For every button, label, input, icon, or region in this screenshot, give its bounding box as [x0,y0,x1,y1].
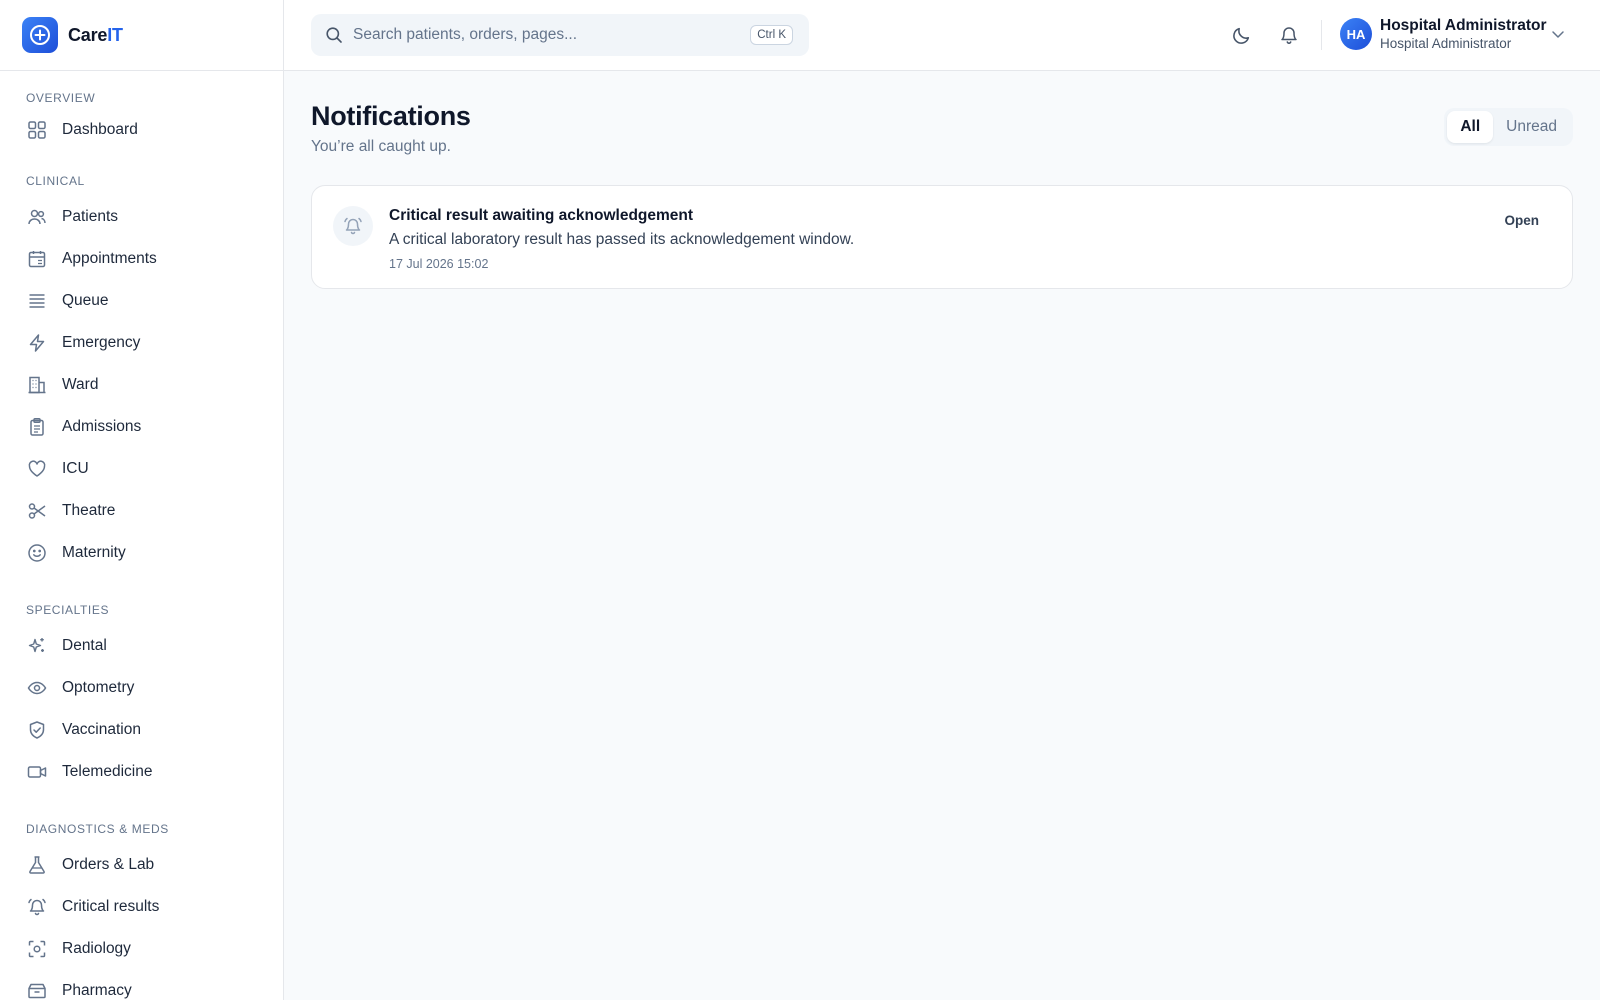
sidebar-item-label: Dental [62,637,107,654]
sidebar-item-theatre[interactable]: Theatre [0,490,283,532]
sidebar: CareIT Overview Dashboard Clinical Patie… [0,0,284,1000]
sidebar-item-patients[interactable]: Patients [0,196,283,238]
user-menu[interactable]: HA Hospital Administrator Hospital Admin… [1340,16,1547,52]
sidebar-nav: Overview Dashboard Clinical Patients App… [0,71,283,1000]
section-label-diagnostics: Diagnostics & Meds [26,822,169,836]
sidebar-item-label: Critical results [62,898,160,915]
notifications-button[interactable] [1276,22,1302,48]
flask-icon [26,854,48,876]
notification-filter: All Unread [1444,108,1573,146]
bell-ring-icon [26,896,48,918]
sidebar-item-admissions[interactable]: Admissions [0,406,283,448]
sidebar-item-dashboard[interactable]: Dashboard [0,109,283,151]
clipboard-icon [26,416,48,438]
sidebar-item-label: Orders & Lab [62,856,155,873]
topbar-divider [1321,20,1322,50]
sparkles-icon [26,635,48,657]
sidebar-item-label: Pharmacy [62,982,132,999]
smile-icon [26,542,48,564]
eye-icon [26,677,48,699]
bell-icon [1279,25,1299,45]
page-title: Notifications [311,101,471,131]
search-bar[interactable]: Ctrl K [311,14,809,56]
user-name: Hospital Administrator [1380,17,1547,34]
scan-icon [26,938,48,960]
sidebar-item-icu[interactable]: ICU [0,448,283,490]
notification-open-button[interactable]: Open [1504,213,1539,228]
users-icon [26,206,48,228]
bell-ring-icon [333,206,373,246]
user-info: Hospital Administrator Hospital Administ… [1380,16,1547,52]
section-label-clinical: Clinical [26,174,85,188]
sidebar-item-pharmacy[interactable]: Pharmacy [0,970,283,1000]
avatar: HA [1340,18,1372,50]
sidebar-item-appointments[interactable]: Appointments [0,238,283,280]
main-content: Notifications You’re all caught up. All … [284,71,1600,1000]
user-role: Hospital Administrator [1380,36,1512,51]
pharmacy-icon [26,980,48,1000]
topbar: Ctrl K HA Hospital Administrator Hospita… [284,0,1600,71]
sidebar-item-maternity[interactable]: Maternity [0,532,283,574]
filter-all-button[interactable]: All [1447,111,1494,143]
sidebar-item-queue[interactable]: Queue [0,280,283,322]
calendar-icon [26,248,48,270]
notification-timestamp: 17 Jul 2026 15:02 [389,257,489,271]
sidebar-item-label: ICU [62,460,89,477]
sidebar-item-telemedicine[interactable]: Telemedicine [0,751,283,793]
sidebar-item-label: Ward [62,376,99,393]
filter-unread-button[interactable]: Unread [1493,111,1570,143]
chevron-down-icon[interactable] [1550,26,1566,47]
sidebar-item-emergency[interactable]: Emergency [0,322,283,364]
heart-icon [26,458,48,480]
queue-icon [26,290,48,312]
sidebar-item-label: Queue [62,292,109,309]
sidebar-item-label: Dashboard [62,121,138,138]
sidebar-item-label: Appointments [62,250,157,267]
sidebar-item-label: Patients [62,208,119,225]
sidebar-item-label: Radiology [62,940,131,957]
sidebar-item-critical-results[interactable]: Critical results [0,886,283,928]
sidebar-item-label: Maternity [62,544,126,561]
sidebar-item-label: Telemedicine [62,763,153,780]
brand[interactable]: CareIT [0,0,283,71]
section-label-specialties: Specialties [26,603,110,617]
section-label-overview: Overview [26,91,96,105]
search-shortcut-badge: Ctrl K [750,25,793,45]
dashboard-icon [26,119,48,141]
notification-card[interactable]: Critical result awaiting acknowledgement… [311,185,1573,289]
notification-message: A critical laboratory result has passed … [389,231,855,248]
sidebar-item-ward[interactable]: Ward [0,364,283,406]
search-input[interactable] [353,26,733,44]
sidebar-item-label: Theatre [62,502,116,519]
sidebar-item-label: Emergency [62,334,141,351]
page-subtitle: You’re all caught up. [311,138,451,155]
sidebar-item-optometry[interactable]: Optometry [0,667,283,709]
sidebar-item-dental[interactable]: Dental [0,625,283,667]
sidebar-item-vaccination[interactable]: Vaccination [0,709,283,751]
search-icon [325,26,343,44]
building-icon [26,374,48,396]
sidebar-item-label: Optometry [62,679,135,696]
moon-icon [1231,25,1252,46]
theme-toggle-button[interactable] [1228,22,1254,48]
sidebar-item-label: Vaccination [62,721,141,738]
notification-title: Critical result awaiting acknowledgement [389,207,694,224]
scissors-icon [26,500,48,522]
shield-check-icon [26,719,48,741]
sidebar-item-label: Admissions [62,418,142,435]
brand-name: CareIT [68,24,123,45]
brand-logo-icon [22,17,58,53]
zap-icon [26,332,48,354]
sidebar-item-orders-lab[interactable]: Orders & Lab [0,844,283,886]
sidebar-item-radiology[interactable]: Radiology [0,928,283,970]
video-icon [26,761,48,783]
